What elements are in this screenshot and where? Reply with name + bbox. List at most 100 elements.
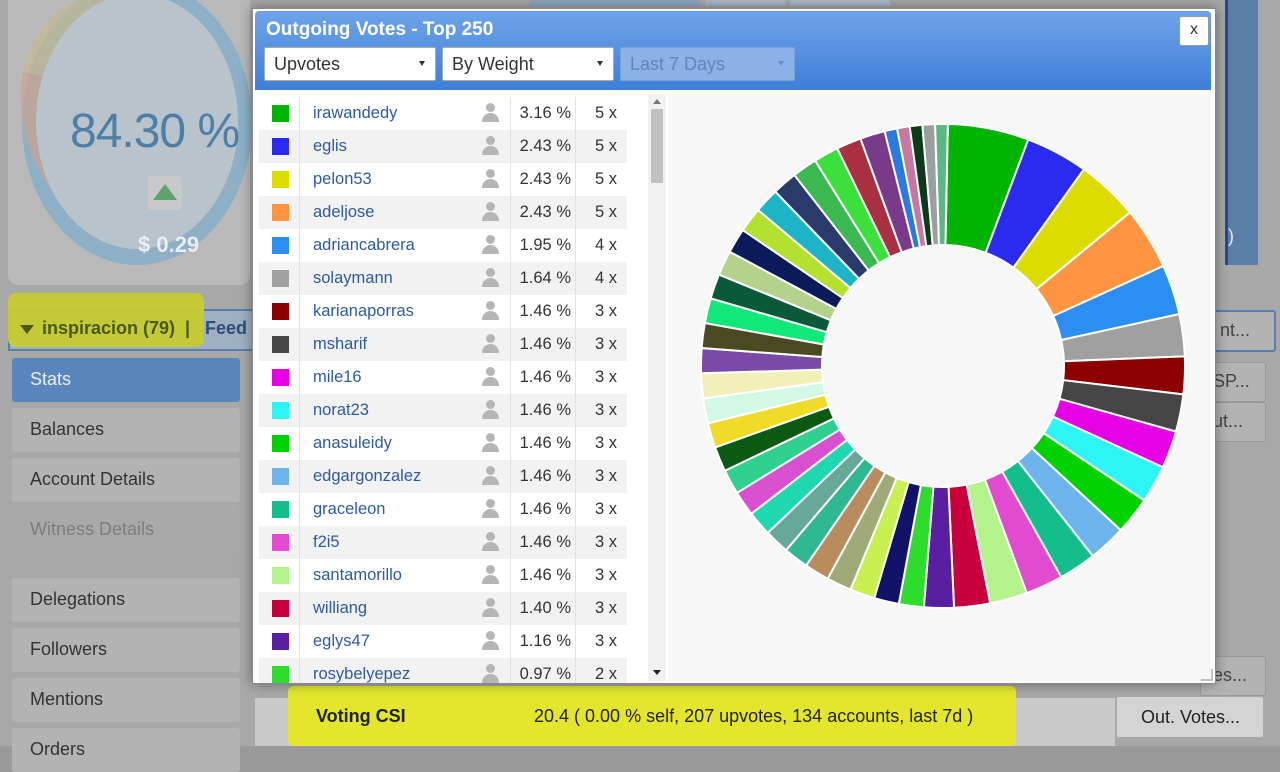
cell-divider [299,229,300,262]
user-icon[interactable] [481,499,501,519]
user-icon[interactable] [481,367,501,387]
csi-label: Voting CSI [316,706,406,726]
user-icon-head [486,235,495,244]
user-icon-body [482,311,499,320]
account-title[interactable]: inspiracion (79) | [20,318,190,339]
nav-separator: | [185,318,191,338]
vote-row: adeljose 2.43 % 5 x [259,196,627,229]
voter-name-link[interactable]: msharif [313,335,367,354]
user-icon-head [486,268,495,277]
vote-percent: 0.97 % [519,665,571,683]
voter-name-link[interactable]: santamorillo [313,566,402,585]
voter-name-link[interactable]: williang [313,599,367,618]
voter-name-link[interactable]: anasuleidy [313,434,392,453]
user-icon[interactable] [481,400,501,420]
vote-row: mile16 1.46 % 3 x [259,361,627,394]
user-icon-body [482,509,499,518]
nav-item-balances[interactable]: Balances [12,408,240,452]
user-icon-body [482,344,499,353]
nav-item-mentions[interactable]: Mentions [12,678,240,722]
vote-row: adriancabrera 1.95 % 4 x [259,229,627,262]
bg-button[interactable]: nt... [1206,310,1276,352]
cell-divider [299,262,300,295]
cell-divider [510,130,511,163]
list-scrollbar[interactable] [648,95,666,681]
voter-name-link[interactable]: eglys47 [313,632,370,651]
nav-item-account-details[interactable]: Account Details [12,458,240,502]
voter-name-link[interactable]: eglis [313,137,347,156]
voter-name-link[interactable]: mile16 [313,368,362,387]
vote-value: $ 0.29 [138,232,200,257]
vote-row: rosybelyepez 0.97 % 2 x [259,658,627,683]
user-icon[interactable] [481,664,501,683]
vote-row: solaymann 1.64 % 4 x [259,262,627,295]
vote-percent: 1.46 % [519,566,571,584]
user-icon[interactable] [481,466,501,486]
user-icon[interactable] [481,301,501,321]
voter-name-link[interactable]: norat23 [313,401,369,420]
voter-name-link[interactable]: graceleon [313,500,385,519]
nav-item-orders[interactable]: Orders [12,728,240,772]
cell-divider [299,361,300,394]
user-icon[interactable] [481,103,501,123]
user-icon[interactable] [481,169,501,189]
voter-name-link[interactable]: rosybelyepez [313,665,410,683]
upvote-arrow-icon[interactable] [148,176,182,210]
cell-divider [575,328,576,361]
out-votes-button[interactable]: Out. Votes... [1116,696,1264,738]
nav-item-followers[interactable]: Followers [12,628,240,672]
user-icon-head [486,631,495,640]
color-swatch [272,138,289,155]
voter-name-link[interactable]: irawandedy [313,104,397,123]
close-button[interactable]: x [1179,16,1209,46]
vote-count: 3 x [594,401,617,419]
voter-name-link[interactable]: pelon53 [313,170,372,189]
vote-count: 3 x [594,467,617,485]
resize-grip-icon[interactable] [1201,669,1213,681]
cell-divider [299,658,300,683]
sort-select[interactable]: By Weight [442,47,614,81]
scroll-down-icon[interactable] [653,670,661,675]
user-icon[interactable] [481,235,501,255]
user-icon-body [482,542,499,551]
vote-count: 3 x [594,335,617,353]
user-icon[interactable] [481,268,501,288]
cell-divider [299,130,300,163]
scroll-up-icon[interactable] [653,99,661,104]
feed-link[interactable]: Feed [205,318,247,339]
user-icon[interactable] [481,202,501,222]
cell-divider [510,361,511,394]
vote-percent: 1.46 % [519,401,571,419]
voter-name-link[interactable]: karianaporras [313,302,414,321]
vote-type-select[interactable]: Upvotes [264,47,436,81]
vote-count: 5 x [594,170,617,188]
user-icon[interactable] [481,334,501,354]
user-icon[interactable] [481,565,501,585]
voter-name-link[interactable]: f2i5 [313,533,340,552]
user-icon-body [482,179,499,188]
voter-name-link[interactable]: adeljose [313,203,374,222]
user-icon[interactable] [481,631,501,651]
voter-name-link[interactable]: adriancabrera [313,236,415,255]
outgoing-votes-modal: Outgoing Votes - Top 250 x Upvotes By We… [252,8,1216,684]
user-icon-body [482,113,499,122]
voter-name-link[interactable]: solaymann [313,269,393,288]
cell-divider [575,130,576,163]
vote-row: santamorillo 1.46 % 3 x [259,559,627,592]
cell-divider [299,328,300,361]
scroll-thumb[interactable] [651,109,663,183]
nav-item-delegations[interactable]: Delegations [12,578,240,622]
user-icon[interactable] [481,136,501,156]
user-icon-body [482,146,499,155]
user-icon-body [482,278,499,287]
user-icon[interactable] [481,598,501,618]
user-icon[interactable] [481,532,501,552]
cell-divider [510,97,511,130]
user-icon[interactable] [481,433,501,453]
voter-name-link[interactable]: edgargonzalez [313,467,421,486]
vote-count: 5 x [594,203,617,221]
csi-value: 20.4 ( 0.00 % self, 207 upvotes, 134 acc… [534,706,974,726]
cell-divider [575,658,576,683]
cell-divider [510,262,511,295]
nav-item-stats[interactable]: Stats [12,358,240,402]
